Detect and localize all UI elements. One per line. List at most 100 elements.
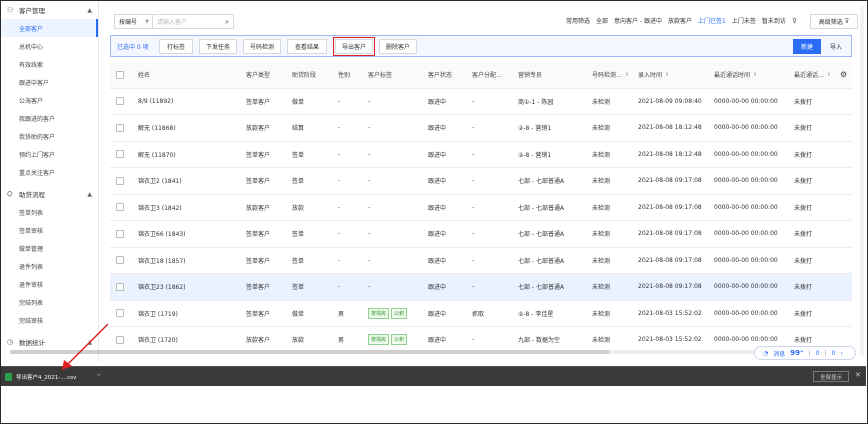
dispatch-task-button[interactable]: 下发任务 <box>199 39 237 54</box>
table-cell-name[interactable]: 解无 (11870) <box>138 142 238 168</box>
number-check-button[interactable]: 号码检测 <box>243 39 281 54</box>
search-field-select[interactable]: 按编号 ▼ <box>114 14 152 29</box>
show-all-button[interactable]: 全部显示 <box>813 371 849 382</box>
sidebar-item[interactable]: 完结审核 <box>1 311 98 329</box>
sidebar-item[interactable]: 做单管理 <box>1 239 98 257</box>
table-row[interactable]: 锦衣卫23 (1862) 签单客户 签单 - - 跟进中 - 七部 - 七部普通A 未检测 202… <box>110 274 852 301</box>
new-customer-button[interactable]: 新建 <box>793 39 821 54</box>
sidebar-group-header[interactable]: ⛭ 助贷流程 ▲ <box>1 185 98 203</box>
gear-icon[interactable]: ⚙ <box>840 62 847 88</box>
sidebar-group-header[interactable]: ⚇ 客户管理 ▲ <box>1 1 98 19</box>
column-header[interactable]: 性别 <box>338 62 366 88</box>
sort-icon[interactable]: ⇕ <box>753 72 757 78</box>
sidebar-item[interactable]: 重点关注客户 <box>1 163 98 181</box>
table-cell-name[interactable]: 锦衣卫2 (1841) <box>138 168 238 194</box>
chevron-left-icon[interactable]: ‹ <box>840 350 842 357</box>
table-row[interactable]: 8/9 (11892) 签单客户 做单 - - 跟进中 - 商①-1 - 陈园 未检测 2021-… <box>110 89 852 115</box>
export-customers-button[interactable]: 导出客户 <box>333 37 375 56</box>
table-row[interactable]: 解无 (11868) 放款客户 结算 - - 跟进中 - ②-8 - 营销1 未检测 2021-0… <box>110 115 852 142</box>
filter-unreached[interactable]: 暂未到访 <box>762 16 786 25</box>
sort-icon[interactable]: ⇕ <box>625 72 629 78</box>
import-button[interactable]: 导入 <box>823 39 849 54</box>
sidebar-group-header[interactable]: ◷ 数据统计 ▲ <box>1 333 98 351</box>
sidebar-item[interactable]: 我跟进的客户 <box>1 109 98 127</box>
table-row[interactable]: 锦衣卫 (1719) 签单客户 做单男按揭房 公积 跟进中 抓取 ②-8 - 李佳星 未检测 2… <box>110 301 852 327</box>
sidebar-item[interactable]: 我协助的客户 <box>1 127 98 145</box>
column-header[interactable]: 号码检测... ⇕ <box>592 62 636 88</box>
row-checkbox[interactable] <box>116 301 124 327</box>
table-cell-name[interactable]: 锦衣卫3 (1842) <box>138 195 238 221</box>
vertical-scrollbar[interactable] <box>860 6 864 356</box>
sort-icon[interactable]: ⇕ <box>827 72 831 78</box>
filter-icon[interactable]: ⊽ <box>792 17 797 25</box>
table-cell-status: 跟进中 <box>428 257 447 265</box>
chevron-up-icon[interactable]: ^ <box>97 374 101 380</box>
row-checkbox[interactable] <box>116 142 124 168</box>
row-checkbox[interactable] <box>116 168 124 194</box>
row-checkbox[interactable] <box>116 274 124 300</box>
column-header[interactable]: 客户状态 <box>428 62 470 88</box>
table-row[interactable]: 锦衣卫3 (1842) 放款客户 放款 - - 跟进中 - 七部 - 七部普通A 未检测 2021… <box>110 195 852 221</box>
search-icon[interactable]: ⌕ <box>225 18 229 27</box>
chevron-up-icon[interactable]: ▲ <box>87 7 92 14</box>
column-header[interactable]: 客户分配... <box>472 62 516 88</box>
sidebar-item[interactable]: 完结列表 <box>1 293 98 311</box>
row-checkbox[interactable] <box>116 221 124 247</box>
table-cell-name[interactable]: 解无 (11868) <box>138 115 238 141</box>
table-row[interactable]: 解无 (11870) 签单客户 签单 - - 跟进中 - ②-8 - 营销1 未检测 2021-0… <box>110 142 852 168</box>
search-input[interactable]: 请输入客户 ⌕ <box>152 14 234 29</box>
download-item[interactable]: 导出客户4_2021-....csv ^ <box>5 370 101 384</box>
table-row[interactable]: 锦衣卫18 (1857) 签单客户 签单 - - 跟进中 - 七部 - 七部普通A 未检测 202… <box>110 248 852 274</box>
sidebar-item[interactable]: 退件列表 <box>1 257 98 275</box>
chevron-up-icon[interactable]: ▲ <box>87 339 92 346</box>
tag-button[interactable]: 打标签 <box>159 39 193 54</box>
table-cell-call-state: 未拨打 <box>794 257 813 265</box>
row-checkbox[interactable] <box>116 248 124 274</box>
column-header[interactable]: 助贷阶段 <box>292 62 336 88</box>
table-cell-name[interactable]: 锦衣卫23 (1862) <box>138 274 238 300</box>
table-cell-name[interactable]: 锦衣卫 (1719) <box>138 301 238 327</box>
row-checkbox[interactable] <box>116 195 124 221</box>
sidebar-item[interactable]: 签单列表 <box>1 203 98 221</box>
filter-unvisited[interactable]: 上门未签 <box>732 16 756 25</box>
sidebar-item[interactable]: 有效线索 <box>1 55 98 73</box>
message-widget[interactable]: ◔ 消息 99⁺ | 0 | 0 ‹ <box>754 346 856 360</box>
filter-all[interactable]: 全部 <box>596 16 608 25</box>
column-header[interactable]: 客户标签 <box>368 62 426 88</box>
table-row[interactable]: 锦衣卫66 (1843) 签单客户 签单 - - 跟进中 - 七部 - 七部普通A 未检测 202… <box>110 221 852 248</box>
close-icon[interactable]: ✕ <box>855 371 861 379</box>
column-header[interactable]: 最近通话... ⇕ <box>794 62 834 88</box>
table-cell-name[interactable]: 锦衣卫66 (1843) <box>138 221 238 247</box>
table-cell-name[interactable]: 锦衣卫18 (1857) <box>138 248 238 274</box>
column-header[interactable]: 营销专员 <box>518 62 590 88</box>
filter-abandoned[interactable]: 放款客户 <box>668 16 692 25</box>
horizontal-scrollbar[interactable] <box>10 350 756 354</box>
delete-customers-button[interactable]: 删除客户 <box>379 39 417 54</box>
sidebar-item[interactable]: 退件审核 <box>1 275 98 293</box>
sidebar-item[interactable]: 总机中心 <box>1 37 98 55</box>
table-cell-name[interactable]: 锦衣卫 (1720) <box>138 327 238 353</box>
table-cell-name[interactable]: 8/9 (11892) <box>138 89 238 115</box>
sidebar-item[interactable]: 预约上门客户 <box>1 145 98 163</box>
filter-visited[interactable]: 上门已签1 <box>698 16 726 25</box>
row-checkbox[interactable] <box>116 89 124 115</box>
chevron-up-icon[interactable]: ▲ <box>87 191 92 198</box>
view-result-button[interactable]: 查看结果 <box>287 39 327 54</box>
sidebar-item[interactable]: 公海客户 <box>1 91 98 109</box>
column-header[interactable]: 客户类型 <box>246 62 290 88</box>
column-header[interactable]: 录入时间 ⇕ <box>638 62 712 88</box>
table-row[interactable]: 锦衣卫2 (1841) 签单客户 签单 - - 跟进中 - 七部 - 七部普通A 未检测 2021… <box>110 168 852 195</box>
sidebar-item[interactable]: 跟进中客户 <box>1 73 98 91</box>
column-header-label: 最近通话... <box>794 72 824 80</box>
column-header[interactable]: 姓名 <box>138 62 238 88</box>
row-checkbox[interactable] <box>116 327 124 353</box>
column-header[interactable]: 最近通话时间 ⇕ <box>714 62 792 88</box>
sidebar-item[interactable]: 签单审核 <box>1 221 98 239</box>
scroll-thumb[interactable] <box>10 350 610 354</box>
sort-icon[interactable]: ⇕ <box>665 72 669 78</box>
filter-intent[interactable]: 意向客户 - 跟进中 <box>614 16 662 25</box>
row-checkbox[interactable] <box>116 115 124 141</box>
select-all-checkbox[interactable] <box>116 62 124 88</box>
sidebar-item[interactable]: 全部客户 <box>1 19 98 37</box>
advanced-filter-button[interactable]: 高级筛选 ⊽ <box>810 14 858 29</box>
